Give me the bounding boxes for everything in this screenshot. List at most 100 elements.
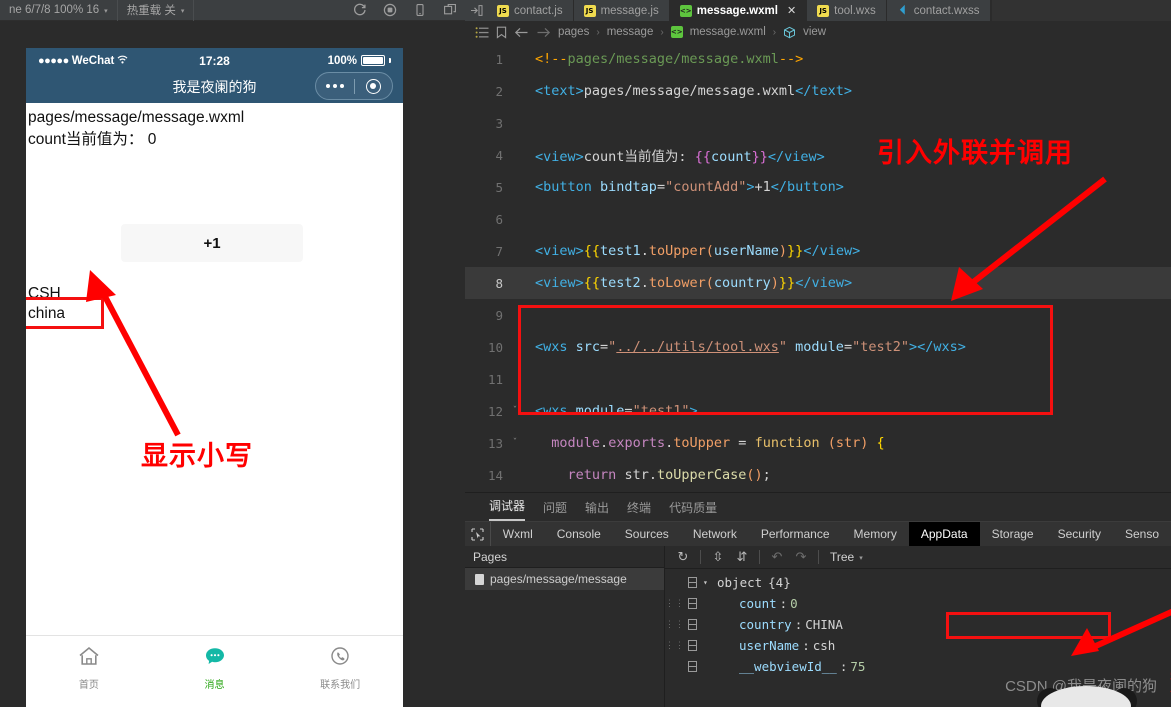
phone-icon[interactable] xyxy=(405,0,435,21)
detach-icon[interactable] xyxy=(435,0,465,21)
wxml-file-icon: <> xyxy=(679,4,692,17)
outline-list-icon[interactable] xyxy=(475,26,489,39)
explorer-toggle-icon[interactable] xyxy=(465,0,487,21)
code-line-text: <view>{{test2.toLower(country)}}</view> xyxy=(521,275,853,291)
code-line-text: <wxs src="../../utils/tool.wxs" module="… xyxy=(535,339,966,355)
refresh-icon[interactable]: ↻ xyxy=(673,549,693,565)
devtools-tab-network[interactable]: Network xyxy=(681,522,749,547)
value-box-icon xyxy=(681,640,703,651)
devtools-tab-performance[interactable]: Performance xyxy=(749,522,842,547)
code-line: 14 return str.toUpperCase(); xyxy=(465,459,1171,491)
tabbar-label-message: 消息 xyxy=(204,680,225,691)
tree-value[interactable]: 0 xyxy=(790,596,798,611)
drag-handle[interactable]: ⋮⋮ xyxy=(665,599,684,609)
page-path-text: pages/message/message.wxml xyxy=(28,109,245,126)
arrow-left-icon[interactable] xyxy=(514,26,529,39)
devtools-tab-wxml[interactable]: Wxml xyxy=(491,522,545,547)
devtools-tab-sources[interactable]: Sources xyxy=(613,522,681,547)
code-editor[interactable]: 1 <!--pages/message/message.wxml--> 2 <t… xyxy=(465,43,1171,492)
pages-list-item[interactable]: pages/message/message xyxy=(465,568,664,590)
tabbar-item-message[interactable]: 消息 xyxy=(152,645,278,691)
line-number: 13 xyxy=(487,435,503,451)
carrier-group: ●●●●● WeChat xyxy=(38,55,128,67)
editor-tab-contact-wxss[interactable]: ⏴ contact.wxss xyxy=(886,0,991,21)
refresh-icon[interactable] xyxy=(345,0,375,21)
devtools-tab-memory[interactable]: Memory xyxy=(842,522,909,547)
fold-marker[interactable]: ˇ xyxy=(509,438,521,448)
devtools-tab-terminal[interactable]: 终端 xyxy=(627,499,651,521)
devtools-tab-console[interactable]: Console xyxy=(545,522,613,547)
carrier-label: WeChat xyxy=(71,54,115,67)
redo-icon[interactable]: ↷ xyxy=(791,549,811,565)
capsule-button[interactable] xyxy=(315,72,393,100)
phone-header: ●●●●● WeChat 17:28 100% 我是夜阑的狗 xyxy=(26,48,403,103)
editor-tab-label: contact.js xyxy=(514,4,563,17)
breadcrumb-separator: › xyxy=(660,26,664,38)
code-line-text: <view>{{test1.toUpper(userName)}}</view> xyxy=(535,243,861,259)
record-icon[interactable] xyxy=(375,0,405,21)
wxss-file-icon: ⏴ xyxy=(899,3,906,17)
chevron-down-icon[interactable]: ▾ xyxy=(703,578,717,587)
pages-header: Pages xyxy=(465,546,664,568)
target-circle-icon[interactable] xyxy=(355,78,393,94)
tabbar-item-home[interactable]: 首页 xyxy=(26,645,152,691)
editor-tab-message-js[interactable]: JS message.js xyxy=(573,0,670,21)
value-box-icon xyxy=(681,661,703,672)
arrow-right-icon[interactable] xyxy=(536,26,551,39)
line-number: 4 xyxy=(495,147,503,163)
tree-value[interactable]: csh xyxy=(813,638,836,653)
inspect-cursor-icon[interactable] xyxy=(465,521,491,547)
drag-handle[interactable]: ⋮⋮ xyxy=(665,641,684,651)
breadcrumb-item-message[interactable]: message xyxy=(607,26,654,38)
tree-key: userName xyxy=(739,638,800,653)
collapse-all-icon[interactable]: ⇵ xyxy=(732,549,752,565)
bookmark-icon[interactable] xyxy=(496,26,507,39)
line-number: 2 xyxy=(495,83,503,99)
code-line: 12 ˇ <wxs module="test1"> xyxy=(465,395,1171,427)
undo-icon[interactable]: ↶ xyxy=(767,549,787,565)
tree-separator: : xyxy=(779,596,788,611)
tree-value[interactable]: 75 xyxy=(850,659,865,674)
tree-value[interactable]: CHINA xyxy=(805,617,843,632)
appdata-toolbar: ↻ ⇳ ⇵ ↶ ↷ Tree ▾ xyxy=(665,546,1171,569)
view-mode-select[interactable]: Tree ▾ xyxy=(830,550,863,564)
increment-button[interactable]: +1 xyxy=(121,224,303,262)
editor-tab-tool-wxs[interactable]: JS tool.wxs xyxy=(807,0,887,21)
expand-all-icon[interactable]: ⇳ xyxy=(708,549,728,565)
tree-root-label: object xyxy=(717,575,763,590)
devtools-tab-problems[interactable]: 问题 xyxy=(543,499,567,521)
line-number: 8 xyxy=(495,275,503,291)
close-icon[interactable]: ✕ xyxy=(787,4,796,17)
editor-tab-message-wxml[interactable]: <> message.wxml ✕ xyxy=(669,0,808,21)
devtools-tab-output[interactable]: 输出 xyxy=(585,499,609,521)
breadcrumb-item-view[interactable]: view xyxy=(803,26,826,38)
fold-marker[interactable]: ˇ xyxy=(509,406,521,416)
wifi-icon xyxy=(117,55,128,67)
line-number: 14 xyxy=(487,467,503,483)
breadcrumb-separator: › xyxy=(596,26,600,38)
devtools-tab-sensors[interactable]: Senso xyxy=(1113,522,1171,547)
pages-list-item-label: pages/message/message xyxy=(490,572,627,586)
tabbar-item-contact[interactable]: 联系我们 xyxy=(277,645,403,691)
code-line: 1 <!--pages/message/message.wxml--> xyxy=(465,43,1171,75)
tabbar-label-contact: 联系我们 xyxy=(320,680,361,691)
hot-reload-selector[interactable]: 热重载 关 ▾ xyxy=(118,0,195,21)
devtools-tab-appdata[interactable]: AppData xyxy=(908,521,980,547)
drag-handle[interactable]: ⋮⋮ xyxy=(665,620,684,630)
annotation-arrow-country xyxy=(1071,608,1171,656)
devtools-tab-debugger[interactable]: 调试器 xyxy=(489,497,526,521)
devtools-tab-storage[interactable]: Storage xyxy=(980,522,1046,547)
breadcrumb-item-file[interactable]: message.wxml xyxy=(690,26,766,38)
devtools-tab-security[interactable]: Security xyxy=(1046,522,1113,547)
line-number: 11 xyxy=(487,371,503,387)
editor-tab-contact-js[interactable]: JS contact.js xyxy=(487,0,574,21)
device-selector[interactable]: ne 6/7/8 100% 16 ▾ xyxy=(0,0,118,21)
breadcrumb-item-pages[interactable]: pages xyxy=(558,26,589,38)
more-dots-icon[interactable] xyxy=(316,84,354,88)
line-number: 5 xyxy=(495,179,503,195)
breadcrumb: pages › message › <> message.wxml › view xyxy=(465,21,1171,43)
message-bubble-icon xyxy=(203,645,227,672)
tree-row-root[interactable]: ▾ object {4} xyxy=(665,572,1171,593)
devtools-tab-codequality[interactable]: 代码质量 xyxy=(669,499,717,521)
home-icon xyxy=(77,645,101,672)
